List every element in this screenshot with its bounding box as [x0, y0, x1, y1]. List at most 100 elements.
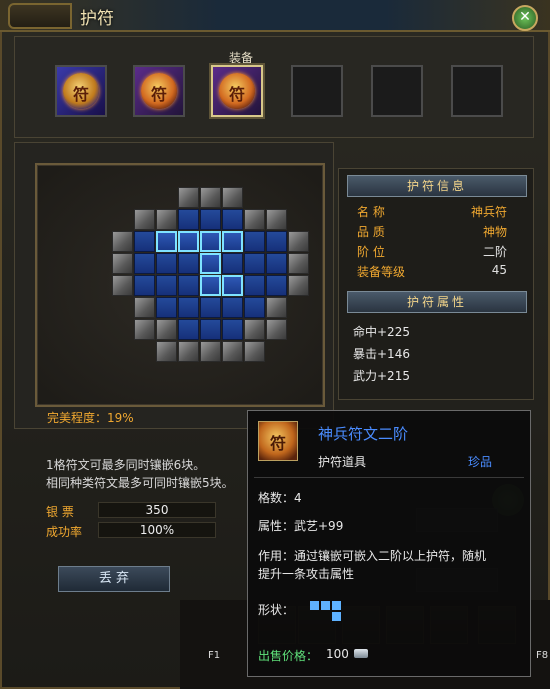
rune-cell[interactable] — [134, 297, 155, 318]
rune-cell[interactable] — [178, 319, 199, 340]
rune-cell[interactable] — [178, 209, 199, 230]
rune-cell[interactable] — [266, 231, 287, 252]
rune-cell[interactable] — [266, 253, 287, 274]
silver-icon — [354, 649, 368, 658]
rune-cell[interactable] — [156, 231, 177, 252]
rune-cell[interactable] — [178, 187, 199, 208]
rune-cell[interactable] — [134, 253, 155, 274]
rune-cell[interactable] — [266, 297, 287, 318]
rune-cell[interactable] — [200, 209, 221, 230]
amulet-slot-2[interactable]: 符 — [133, 65, 185, 117]
success-label: 成功率 — [46, 525, 83, 539]
amulet-slot-3-equipped[interactable]: 符 — [211, 65, 263, 117]
rune-cell[interactable] — [200, 187, 221, 208]
rune-cell[interactable] — [244, 341, 265, 362]
rune-cell[interactable] — [156, 297, 177, 318]
tooltip-item-quality: 珍品 — [468, 455, 493, 469]
info-header: 护符信息 — [347, 175, 527, 197]
rune-cell[interactable] — [288, 253, 309, 274]
rune-cell[interactable] — [222, 341, 243, 362]
rune-cell[interactable] — [200, 231, 221, 252]
rune-cell[interactable] — [266, 275, 287, 296]
silver-label: 银 票 — [46, 505, 74, 519]
amulet-glyph: 符 — [150, 85, 167, 104]
attr-header: 护符属性 — [347, 291, 527, 313]
rune-cell[interactable] — [178, 275, 199, 296]
rune-cell[interactable] — [134, 275, 155, 296]
tooltip-count: 格数：4 — [258, 491, 302, 505]
tooltip-divider — [254, 477, 524, 478]
info-line-2: 相同种类符文最多可同时镶嵌5块。 — [46, 476, 234, 490]
rune-cell[interactable] — [244, 297, 265, 318]
rank-key: 阶 位 — [357, 245, 385, 259]
rune-cell[interactable] — [134, 209, 155, 230]
amulet-info-panel: 护符信息 名 称 神兵符 品 质 神物 阶 位 二阶 装备等级 45 护符属性 … — [338, 168, 534, 400]
rune-cell[interactable] — [178, 297, 199, 318]
shape-cell — [332, 612, 341, 621]
rune-cell[interactable] — [200, 341, 221, 362]
rune-cell[interactable] — [134, 231, 155, 252]
rune-glyph: 符 — [269, 434, 286, 453]
rune-cell[interactable] — [112, 231, 133, 252]
close-button[interactable]: ✕ — [512, 5, 538, 31]
rune-cell[interactable] — [200, 253, 221, 274]
rune-cell[interactable] — [244, 275, 265, 296]
rune-cell[interactable] — [244, 231, 265, 252]
info-line-1: 1格符文可最多同时镶嵌6块。 — [46, 458, 206, 472]
rune-cell[interactable] — [266, 319, 287, 340]
rune-cell[interactable] — [222, 209, 243, 230]
tooltip-item-type: 护符道具 — [318, 455, 367, 469]
close-icon: ✕ — [519, 9, 531, 25]
rune-cell[interactable] — [244, 319, 265, 340]
rune-cell[interactable] — [200, 319, 221, 340]
rune-cell[interactable] — [156, 253, 177, 274]
tooltip-attribute: 属性：武艺+99 — [258, 519, 344, 533]
amulet-glyph: 符 — [72, 85, 89, 104]
rune-cell[interactable] — [222, 297, 243, 318]
attr-force: 武力+215 — [353, 369, 410, 383]
attr-crit: 暴击+146 — [353, 347, 410, 361]
tooltip-effect-line-1: 作用：通过镶嵌可嵌入二阶以上护符，随机 — [258, 549, 487, 563]
rune-cell[interactable] — [288, 231, 309, 252]
discard-button[interactable]: 丢 弃 — [58, 566, 170, 592]
rune-cell[interactable] — [222, 319, 243, 340]
level-value: 45 — [491, 263, 507, 277]
rune-cell[interactable] — [200, 297, 221, 318]
rune-cell[interactable] — [200, 275, 221, 296]
item-tooltip: 符 神兵符文二阶 护符道具 珍品 格数：4 属性：武艺+99 作用：通过镶嵌可嵌… — [247, 410, 531, 677]
rune-cell[interactable] — [178, 231, 199, 252]
rune-cell[interactable] — [156, 209, 177, 230]
hotkey-f8: F8 — [536, 650, 549, 661]
rune-cell[interactable] — [244, 209, 265, 230]
amulet-icon: 符 — [141, 73, 177, 109]
tooltip-shape-label: 形状： — [258, 603, 295, 617]
amulet-slot-1[interactable]: 符 — [55, 65, 107, 117]
amulet-slot-4[interactable] — [291, 65, 343, 117]
amulet-slot-6[interactable] — [451, 65, 503, 117]
rune-cell[interactable] — [222, 253, 243, 274]
rune-cell[interactable] — [112, 253, 133, 274]
rune-cell[interactable] — [222, 231, 243, 252]
rune-cell[interactable] — [244, 253, 265, 274]
name-key: 名 称 — [357, 205, 385, 219]
rune-grid-panel: 完美程度：19% — [14, 142, 334, 429]
rank-value: 二阶 — [482, 245, 507, 259]
rune-cell[interactable] — [156, 341, 177, 362]
amulet-window: 护符 ✕ 装备 符 符 符 完美程度：19% 1格符文可最多同时镶嵌6块。 相同… — [0, 0, 550, 689]
rune-cell[interactable] — [266, 209, 287, 230]
rune-cell[interactable] — [222, 275, 243, 296]
rune-cell[interactable] — [178, 341, 199, 362]
rune-cell[interactable] — [134, 319, 155, 340]
rune-cell[interactable] — [156, 275, 177, 296]
title-ornament — [8, 3, 72, 29]
rune-cell[interactable] — [288, 275, 309, 296]
rune-cell[interactable] — [156, 319, 177, 340]
rune-cell[interactable] — [178, 253, 199, 274]
tooltip-price-value: 100 — [326, 647, 349, 661]
success-value: 100% — [98, 522, 216, 538]
amulet-slot-panel: 装备 符 符 符 — [14, 36, 534, 138]
rune-cell[interactable] — [112, 275, 133, 296]
rune-cell[interactable] — [222, 187, 243, 208]
shape-cell — [321, 601, 330, 610]
amulet-slot-5[interactable] — [371, 65, 423, 117]
